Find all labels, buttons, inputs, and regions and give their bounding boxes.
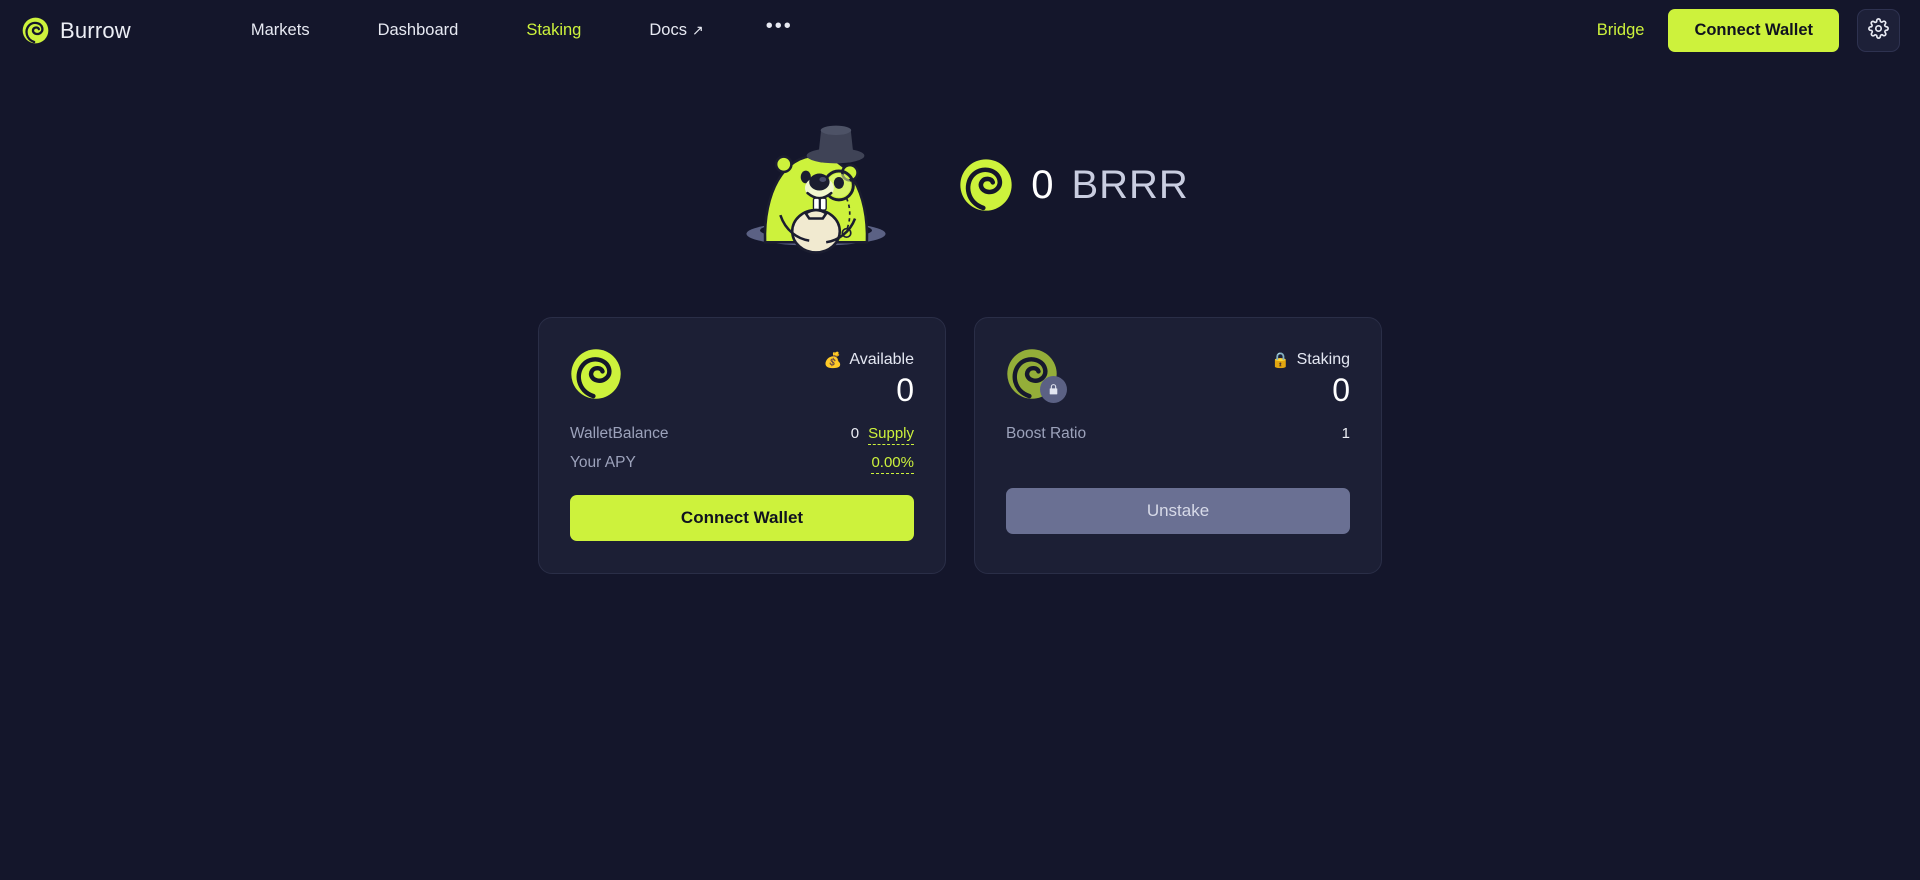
nav-label: Dashboard — [377, 21, 459, 39]
nav-label: Staking — [526, 21, 582, 39]
lock-badge-icon — [1040, 376, 1067, 403]
nav-item-staking[interactable]: Staking — [492, 21, 615, 40]
gear-icon — [1868, 17, 1889, 44]
staking-label-row: 🔒 Staking — [1271, 351, 1350, 369]
main-nav: Markets Dashboard Staking Docs ↗ ••• — [217, 16, 821, 40]
wallet-balance-row: WalletBalance 0 Supply — [570, 425, 914, 446]
boost-ratio-label: Boost Ratio — [1006, 425, 1087, 443]
lock-icon: 🔒 — [1270, 351, 1290, 369]
your-apy-value-group: 0.00% — [871, 454, 914, 475]
wallet-balance-value-group: 0 Supply — [850, 425, 914, 446]
burrow-beaver-mascot — [731, 115, 901, 255]
nav-item-docs[interactable]: Docs ↗ — [615, 21, 737, 40]
staking-token-icon-wrap — [1006, 348, 1067, 403]
your-apy-label: Your APY — [570, 454, 636, 472]
your-apy-value[interactable]: 0.00% — [871, 454, 914, 475]
boost-ratio-row: Boost Ratio 1 — [1006, 425, 1350, 443]
available-label-row: 💰 Available — [824, 351, 914, 369]
brrr-amount: 0 — [1031, 162, 1054, 207]
connect-wallet-button[interactable]: Connect Wallet — [1668, 9, 1839, 52]
wallet-balance-value: 0 — [850, 425, 860, 443]
hero-section: 0 BRRR — [0, 115, 1920, 255]
nav-item-markets[interactable]: Markets — [217, 21, 344, 40]
staking-value: 0 — [1332, 372, 1350, 408]
nav-item-dashboard[interactable]: Dashboard — [344, 21, 493, 40]
unstake-button[interactable]: Unstake — [1006, 488, 1350, 535]
brrr-symbol: BRRR — [1071, 162, 1189, 207]
nav-label: Docs — [649, 21, 687, 39]
staking-cards: 💰 Available 0 WalletBalance 0 Supply You… — [0, 317, 1920, 575]
brrr-token-icon — [959, 158, 1013, 212]
app-header: Burrow Markets Dashboard Staking Docs ↗ … — [0, 0, 1920, 61]
available-card: 💰 Available 0 WalletBalance 0 Supply You… — [538, 317, 946, 575]
brand-logo[interactable]: Burrow — [22, 17, 131, 44]
available-value: 0 — [896, 372, 914, 408]
staking-summary: 🔒 Staking 0 — [1271, 348, 1350, 408]
burrow-logo-icon — [22, 17, 49, 44]
card-connect-wallet-button[interactable]: Connect Wallet — [570, 495, 914, 542]
brrr-token-icon — [570, 348, 622, 400]
external-link-arrow-icon: ↗ — [691, 22, 704, 38]
your-apy-row: Your APY 0.00% — [570, 454, 914, 475]
wallet-balance-label: WalletBalance — [570, 425, 669, 443]
available-card-header: 💰 Available 0 — [570, 348, 914, 408]
staking-card: 🔒 Staking 0 Boost Ratio 1 Unstake — [974, 317, 1382, 575]
nav-label: Markets — [250, 21, 310, 39]
available-label: Available — [849, 351, 914, 368]
staking-card-header: 🔒 Staking 0 — [1006, 348, 1350, 408]
money-bag-icon: 💰 — [823, 351, 843, 369]
bridge-link[interactable]: Bridge — [1591, 21, 1651, 40]
available-summary: 💰 Available 0 — [824, 348, 914, 408]
nav-more-menu-button[interactable]: ••• — [738, 16, 821, 40]
brand-name: Burrow — [60, 17, 131, 43]
boost-ratio-value: 1 — [1341, 425, 1350, 443]
settings-button[interactable] — [1857, 9, 1900, 52]
supply-link[interactable]: Supply — [868, 425, 914, 446]
brrr-balance: 0 BRRR — [959, 158, 1189, 212]
available-token-icon-wrap — [570, 348, 622, 400]
staking-label: Staking — [1296, 351, 1350, 368]
header-actions: Bridge Connect Wallet — [1591, 9, 1900, 52]
